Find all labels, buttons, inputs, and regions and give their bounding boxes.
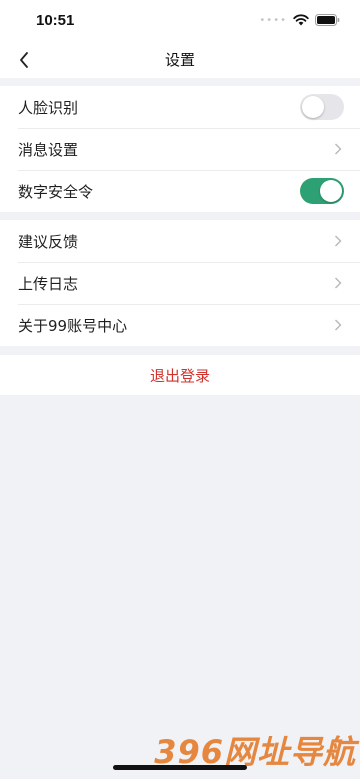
digital-token-toggle[interactable] <box>300 178 344 204</box>
signal-dots-icon: •••• <box>259 14 287 26</box>
face-recognition-row: 人脸识别 <box>0 86 360 128</box>
row-label: 上传日志 <box>18 274 79 293</box>
feedback-row[interactable]: 建议反馈 <box>0 220 360 262</box>
message-settings-row[interactable]: 消息设置 <box>0 128 360 170</box>
settings-group-2: 建议反馈 上传日志 关于99账号中心 <box>0 220 360 346</box>
about-row[interactable]: 关于99账号中心 <box>0 304 360 346</box>
row-label: 关于99账号中心 <box>18 316 128 335</box>
toggle-knob <box>302 96 324 118</box>
home-indicator <box>113 765 247 770</box>
row-label: 建议反馈 <box>18 232 79 251</box>
battery-icon <box>315 11 340 30</box>
toggle-knob <box>320 180 342 202</box>
wifi-icon <box>293 11 309 30</box>
page-title: 设置 <box>164 50 195 69</box>
row-label: 数字安全令 <box>18 182 94 201</box>
logout-button[interactable]: 退出登录 <box>0 355 360 395</box>
digital-token-row: 数字安全令 <box>0 170 360 212</box>
nav-bar: 设置 <box>0 40 360 78</box>
status-bar: 10:51 •••• <box>0 0 360 40</box>
logout-label: 退出登录 <box>149 366 210 385</box>
face-recognition-toggle[interactable] <box>300 94 344 120</box>
chevron-left-icon <box>20 52 28 68</box>
upload-log-row[interactable]: 上传日志 <box>0 262 360 304</box>
chevron-right-icon <box>332 317 344 333</box>
chevron-right-icon <box>332 275 344 291</box>
back-button[interactable] <box>12 48 36 72</box>
settings-group-1: 人脸识别 消息设置 数字安全令 <box>0 86 360 212</box>
status-time: 10:51 <box>36 11 75 29</box>
row-label: 人脸识别 <box>18 98 79 117</box>
chevron-right-icon <box>332 141 344 157</box>
chevron-right-icon <box>332 233 344 249</box>
settings-screen: 10:51 •••• 设置 人脸识别 消息设置 数字安全令 建议反馈 上传日志 … <box>0 0 360 779</box>
status-icons: •••• <box>259 11 340 30</box>
row-label: 消息设置 <box>18 140 79 159</box>
